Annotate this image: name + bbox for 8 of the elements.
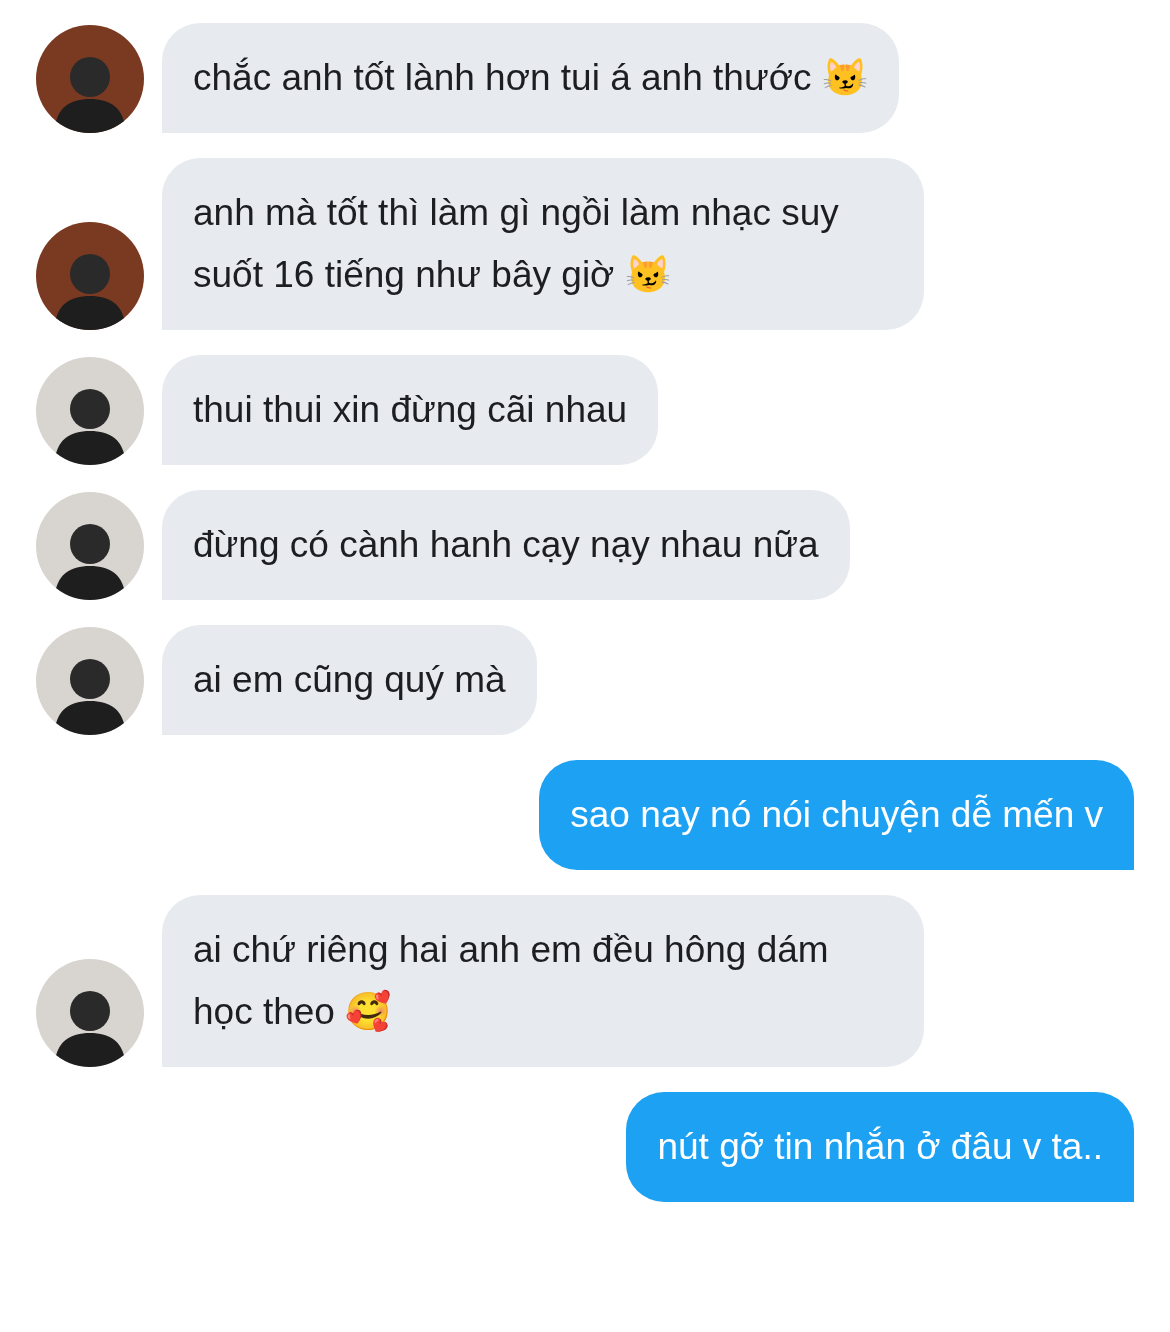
message-bubble: sao nay nó nói chuyện dễ mến v xyxy=(539,760,1134,870)
message-bubble: ai chứ riêng hai anh em đều hông dám học theo 🥰 xyxy=(162,895,924,1067)
message-bubble: thui thui xin đừng cãi nhau xyxy=(162,355,659,465)
message-bubble: chắc anh tốt lành hơn tui á anh thước 😼 xyxy=(162,23,899,133)
message-bubble: đừng có cành hanh cạy nạy nhau nữa xyxy=(162,490,850,600)
message-bubble: anh mà tốt thì làm gì ngồi làm nhạc suy suốt 16 tiếng như bây giờ 😼 xyxy=(162,158,924,330)
message-bubble: nút gỡ tin nhắn ở đâu v ta.. xyxy=(626,1092,1134,1202)
message-bubble: ai em cũng quý mà xyxy=(162,625,537,735)
